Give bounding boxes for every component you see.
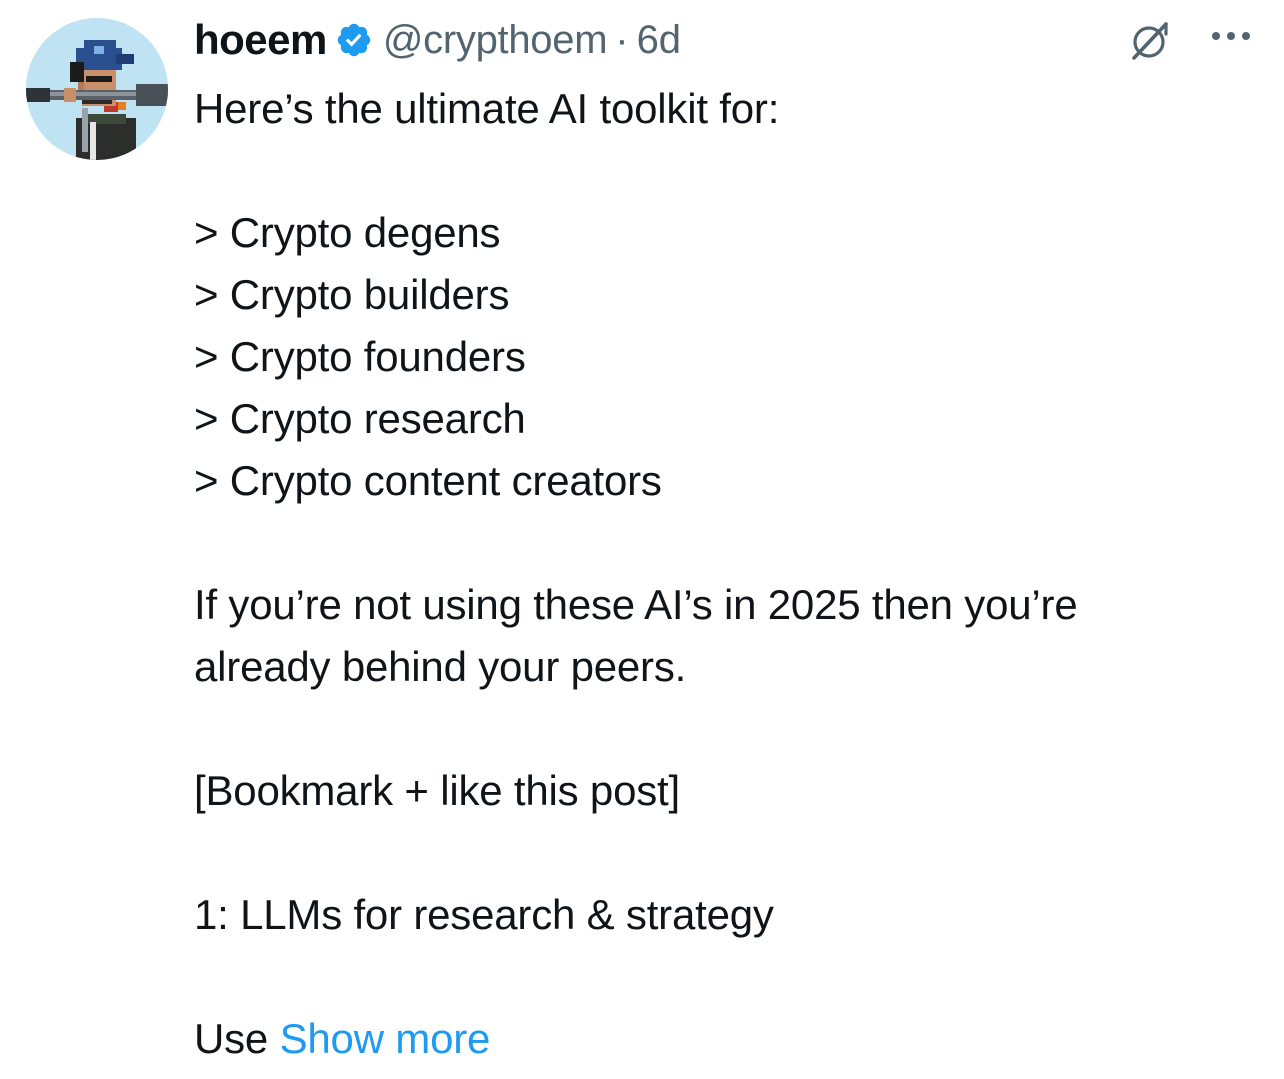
verified-badge-icon[interactable] [335, 21, 373, 59]
truncated-text: Use [194, 1015, 280, 1062]
grok-icon[interactable] [1126, 16, 1174, 64]
list-item: > Crypto founders [194, 333, 526, 380]
list-item: > Crypto builders [194, 271, 510, 318]
author-avatar[interactable] [26, 18, 168, 160]
list-item: > Crypto degens [194, 209, 501, 256]
author-handle[interactable]: @crypthoem [383, 18, 608, 63]
list-item: > Crypto research [194, 395, 526, 442]
header-separator: · [615, 17, 629, 62]
paragraph-line: If you’re not using these AI’s in 2025 t… [194, 581, 1078, 628]
list-item: > Crypto content creators [194, 457, 662, 504]
intro-line: Here’s the ultimate AI toolkit for: [194, 85, 780, 132]
post-timestamp[interactable]: 6d [637, 18, 682, 63]
tweet[interactable]: hoeem @crypthoem · 6d Here’s the ultimat… [0, 0, 1284, 1079]
author-display-name[interactable]: hoeem [194, 16, 327, 64]
tweet-header: hoeem @crypthoem · 6d [194, 12, 681, 68]
more-options-icon[interactable] [1208, 26, 1254, 46]
truncated-line: Use Show more [194, 1008, 1264, 1070]
show-more-link[interactable]: Show more [280, 1015, 491, 1062]
section-heading: 1: LLMs for research & strategy [194, 891, 774, 938]
cta-line: [Bookmark + like this post] [194, 767, 680, 814]
pixel-art-avatar-icon [26, 18, 168, 160]
tweet-text: Here’s the ultimate AI toolkit for: > Cr… [194, 78, 1264, 1070]
paragraph-line: already behind your peers. [194, 643, 687, 690]
